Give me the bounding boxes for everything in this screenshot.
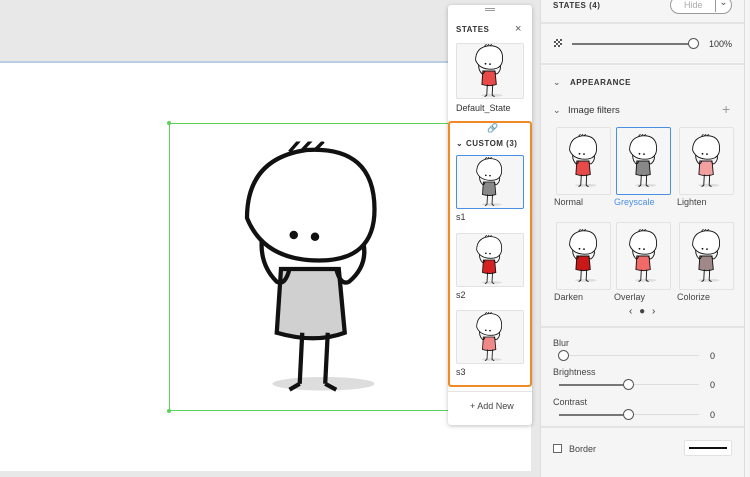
chevron-down-icon[interactable]: ⌄ [553, 77, 561, 88]
properties-panel: STATES (4) Hide ⌄ 100% ⌄ APPEARANCE ⌄ Im… [540, 0, 750, 477]
states-panel: STATES × Default_State 🔗 ⌄ CUSTOM (3) s1… [448, 5, 532, 425]
chevron-down-icon[interactable]: ⌄ [553, 105, 561, 116]
border-checkbox[interactable] [553, 444, 562, 453]
custom-header[interactable]: ⌄ CUSTOM (3) [456, 139, 517, 148]
filter-lighten[interactable] [679, 127, 734, 195]
character-thumbnail [626, 229, 662, 283]
filter-thumb[interactable] [616, 127, 671, 195]
filter-thumb[interactable] [679, 127, 734, 195]
blur-label: Blur [553, 338, 570, 348]
opacity-value[interactable]: 100% [709, 39, 732, 49]
panel-edge [744, 0, 745, 477]
state-thumb-s3[interactable] [456, 310, 524, 364]
opacity-icon [554, 39, 562, 47]
add-filter-icon[interactable]: + [722, 101, 730, 117]
states-title: STATES [456, 25, 490, 34]
state-label-default: Default_State [456, 103, 511, 113]
hide-button-group: Hide ⌄ [670, 0, 732, 14]
opacity-slider-knob[interactable] [688, 38, 699, 49]
state-label: s2 [456, 290, 466, 300]
character-thumbnail [566, 134, 602, 188]
chevron-left-icon[interactable]: ‹ [629, 306, 632, 317]
hide-button[interactable]: Hide [684, 0, 703, 10]
chevron-down-icon[interactable]: ⌄ [715, 0, 731, 12]
brightness-label: Brightness [553, 367, 596, 377]
filter-label: Colorize [677, 292, 711, 302]
brightness-slider-knob[interactable] [623, 379, 634, 390]
filter-thumb[interactable] [679, 222, 734, 290]
blur-value[interactable]: 0 [695, 351, 715, 361]
character-image [230, 124, 400, 414]
page-dot[interactable]: ● [639, 306, 645, 317]
resize-handle[interactable] [167, 409, 171, 413]
contrast-slider-knob[interactable] [623, 409, 634, 420]
filter-thumb[interactable] [556, 222, 611, 290]
contrast-label: Contrast [553, 397, 588, 407]
blur-slider-knob[interactable] [558, 350, 569, 361]
state-label: s1 [456, 212, 466, 222]
filter-label: Lighten [677, 197, 707, 207]
states-count-header: STATES (4) [553, 1, 601, 10]
resize-handle[interactable] [167, 121, 171, 125]
filter-label: Normal [554, 197, 584, 207]
blur-slider[interactable] [559, 355, 699, 356]
state-thumb-s2[interactable] [456, 233, 524, 287]
state-thumb-s1[interactable] [456, 155, 524, 209]
contrast-value[interactable]: 0 [695, 410, 715, 420]
close-icon[interactable]: × [515, 23, 521, 35]
border-label: Border [569, 444, 597, 454]
selected-image[interactable] [167, 121, 459, 414]
state-label: s3 [456, 367, 466, 377]
custom-header-label: CUSTOM (3) [465, 139, 518, 148]
filter-label: Darken [554, 292, 584, 302]
filter-greyscale[interactable] [616, 127, 671, 195]
image-filters-label: Image filters [568, 105, 620, 116]
filter-thumb[interactable] [556, 127, 611, 195]
chevron-right-icon[interactable]: › [652, 306, 655, 317]
filter-colorize[interactable] [679, 222, 734, 290]
filter-thumb[interactable] [616, 222, 671, 290]
pagination: ‹ ● › [629, 306, 655, 317]
brightness-slider[interactable] [559, 384, 623, 386]
opacity-slider[interactable] [572, 43, 691, 45]
filter-label: Greyscale [614, 197, 655, 207]
drag-handle-icon[interactable] [485, 8, 495, 11]
filter-label: Overlay [614, 292, 646, 302]
character-thumbnail [626, 134, 662, 188]
character-thumbnail [689, 134, 725, 188]
add-new-state-button[interactable]: + Add New [470, 401, 514, 411]
character-thumbnail [566, 229, 602, 283]
filter-overlay[interactable] [616, 222, 671, 290]
brightness-value[interactable]: 0 [695, 380, 715, 390]
border-style-picker[interactable] [684, 440, 732, 456]
custom-states-group: 🔗 ⌄ CUSTOM (3) s1 s2 s3 [448, 121, 532, 387]
filter-normal[interactable] [556, 127, 611, 195]
link-icon[interactable]: 🔗 [487, 123, 498, 134]
appearance-header: APPEARANCE [570, 78, 632, 87]
character-thumbnail [689, 229, 725, 283]
contrast-slider[interactable] [559, 414, 623, 416]
filter-darken[interactable] [556, 222, 611, 290]
state-thumb-default[interactable] [456, 43, 524, 99]
divider [448, 391, 532, 392]
